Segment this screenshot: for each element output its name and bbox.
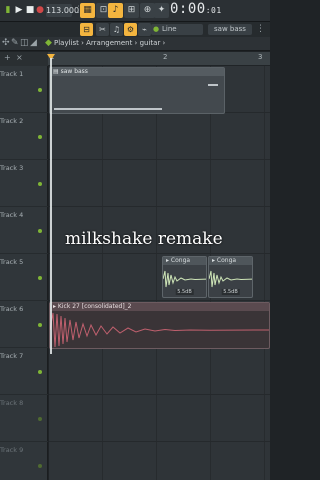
piano-roll-icon[interactable]: ⊟ xyxy=(80,23,93,36)
song-position-display: 0:00:01 xyxy=(170,1,222,17)
ruler-left-corner: + × xyxy=(0,52,48,66)
track-mute-led-icon[interactable] xyxy=(38,417,42,421)
slice-tool-icon[interactable]: ◢ xyxy=(30,38,37,48)
kick-waveform xyxy=(50,312,269,348)
playlist-breadcrumb[interactable]: Playlist › Arrangement › guitar › xyxy=(54,39,165,47)
tempo-display[interactable]: 113.000 xyxy=(46,4,79,17)
ruler-bar-3: 3 xyxy=(258,53,263,61)
track-label: Track 6 xyxy=(0,305,24,313)
pattern-icon: ▤ xyxy=(53,68,61,75)
add-track-icon[interactable]: + xyxy=(4,53,11,62)
track-header-8[interactable]: Track 8 xyxy=(0,395,48,442)
draw-tool-icon[interactable]: ✎ xyxy=(11,38,19,48)
note-bar xyxy=(208,84,218,86)
playlist-header: ✣ ✎ ◫ ◢ ◆ Playlist › Arrangement › guita… xyxy=(0,37,270,51)
move-icon[interactable]: ✣ xyxy=(2,38,10,48)
record-icon[interactable]: ● xyxy=(36,4,44,17)
track-mute-led-icon[interactable] xyxy=(38,370,42,374)
pattern-song-toggle-icon[interactable]: ▮ xyxy=(3,4,13,17)
clip-header: ▤ saw bass xyxy=(50,68,224,76)
conga-waveform xyxy=(209,270,252,288)
clip-saw-bass[interactable]: ▤ saw bass xyxy=(49,67,225,114)
conga-waveform xyxy=(163,270,206,288)
magnet-icon: ● xyxy=(153,25,160,33)
track-mute-led-icon[interactable] xyxy=(38,135,42,139)
track-header-7[interactable]: Track 7 xyxy=(0,348,48,395)
track-label: Track 8 xyxy=(0,399,24,407)
video-caption: milkshake remake xyxy=(65,229,223,249)
transport-bar: ▮ ▶ ■ ● 113.000 ⋮ ▦ ⊡ ♪ ⊞ ⊕ ✦ 0:00:01 xyxy=(0,0,270,22)
current-instrument[interactable]: saw bass xyxy=(208,24,252,35)
clip-header: ▸ Conga xyxy=(209,257,252,265)
clip-label: Conga xyxy=(170,257,191,264)
track-mute-led-icon[interactable] xyxy=(38,229,42,233)
wait-for-input-icon[interactable]: ♪ xyxy=(108,3,123,18)
snap-line-select[interactable]: ● Line xyxy=(151,24,203,35)
track-mute-led-icon[interactable] xyxy=(38,276,42,280)
track-header-3[interactable]: Track 3 xyxy=(0,160,48,207)
note-bar xyxy=(54,108,162,110)
track-header-4[interactable]: Track 4 xyxy=(0,207,48,254)
clip-gain-value: 5.5dB xyxy=(175,289,194,295)
select-tool-icon[interactable]: ◫ xyxy=(20,38,29,48)
clip-gain-value: 5.5dB xyxy=(221,289,240,295)
time-sub: 01 xyxy=(211,6,222,15)
track-label: Track 7 xyxy=(0,352,24,360)
track-mute-led-icon[interactable] xyxy=(38,88,42,92)
track-label: Track 3 xyxy=(0,164,24,172)
pattern-mode-icon[interactable]: ▦ xyxy=(80,3,95,18)
channel-rack-icon[interactable]: ♫ xyxy=(110,23,123,36)
time-main: 0:00 xyxy=(170,1,206,17)
track-label: Track 4 xyxy=(0,211,24,219)
clip-conga-1[interactable]: ▸ Conga 5.5dB xyxy=(162,256,207,298)
track-header-2[interactable]: Track 2 xyxy=(0,113,48,160)
playhead-line[interactable] xyxy=(50,58,52,354)
countdown-icon[interactable]: ⊞ xyxy=(124,3,139,18)
track-label: Track 9 xyxy=(0,446,24,454)
track-label: Track 2 xyxy=(0,117,24,125)
clip-label: Kick 27 [consolidated]_2 xyxy=(57,303,132,310)
snap-line-label: Line xyxy=(162,25,177,33)
play-icon[interactable]: ▶ xyxy=(14,4,24,17)
ruler-bar-2: 2 xyxy=(163,53,168,61)
track-mute-led-icon[interactable] xyxy=(38,464,42,468)
track-mute-led-icon[interactable] xyxy=(38,323,42,327)
loop-record-icon[interactable]: ⊕ xyxy=(140,3,155,18)
track-label: Track 5 xyxy=(0,258,24,266)
clip-label: Conga xyxy=(216,257,237,264)
playlist-icon[interactable]: ✂ xyxy=(96,23,109,36)
playlist-arrow-icon[interactable]: ◆ xyxy=(45,38,52,48)
blend-notes-icon[interactable]: ✦ xyxy=(154,3,169,18)
instrument-menu-icon[interactable]: ⋮ xyxy=(256,24,265,34)
track-header-1[interactable]: Track 1 xyxy=(0,66,48,113)
track-header-6[interactable]: Track 6 xyxy=(0,301,48,348)
track-headers: Track 1 Track 2 Track 3 Track 4 Track 5 … xyxy=(0,66,48,480)
mixer-icon[interactable]: ⚙ xyxy=(124,23,137,36)
stop-icon[interactable]: ■ xyxy=(25,4,35,17)
track-label: Track 1 xyxy=(0,70,24,78)
close-icon[interactable]: × xyxy=(16,53,23,62)
clip-header: ▸ Kick 27 [consolidated]_2 xyxy=(50,303,269,311)
snap-icon[interactable]: ⌁ xyxy=(138,23,151,36)
track-header-9[interactable]: Track 9 xyxy=(0,442,48,480)
clip-kick[interactable]: ▸ Kick 27 [consolidated]_2 xyxy=(49,302,270,349)
timeline-ruler[interactable]: 1 2 3 xyxy=(48,52,270,66)
track-header-5[interactable]: Track 5 xyxy=(0,254,48,301)
clip-header: ▸ Conga xyxy=(163,257,206,265)
clip-label: saw bass xyxy=(60,68,88,75)
track-mute-led-icon[interactable] xyxy=(38,182,42,186)
clip-conga-2[interactable]: ▸ Conga 5.5dB xyxy=(208,256,253,298)
